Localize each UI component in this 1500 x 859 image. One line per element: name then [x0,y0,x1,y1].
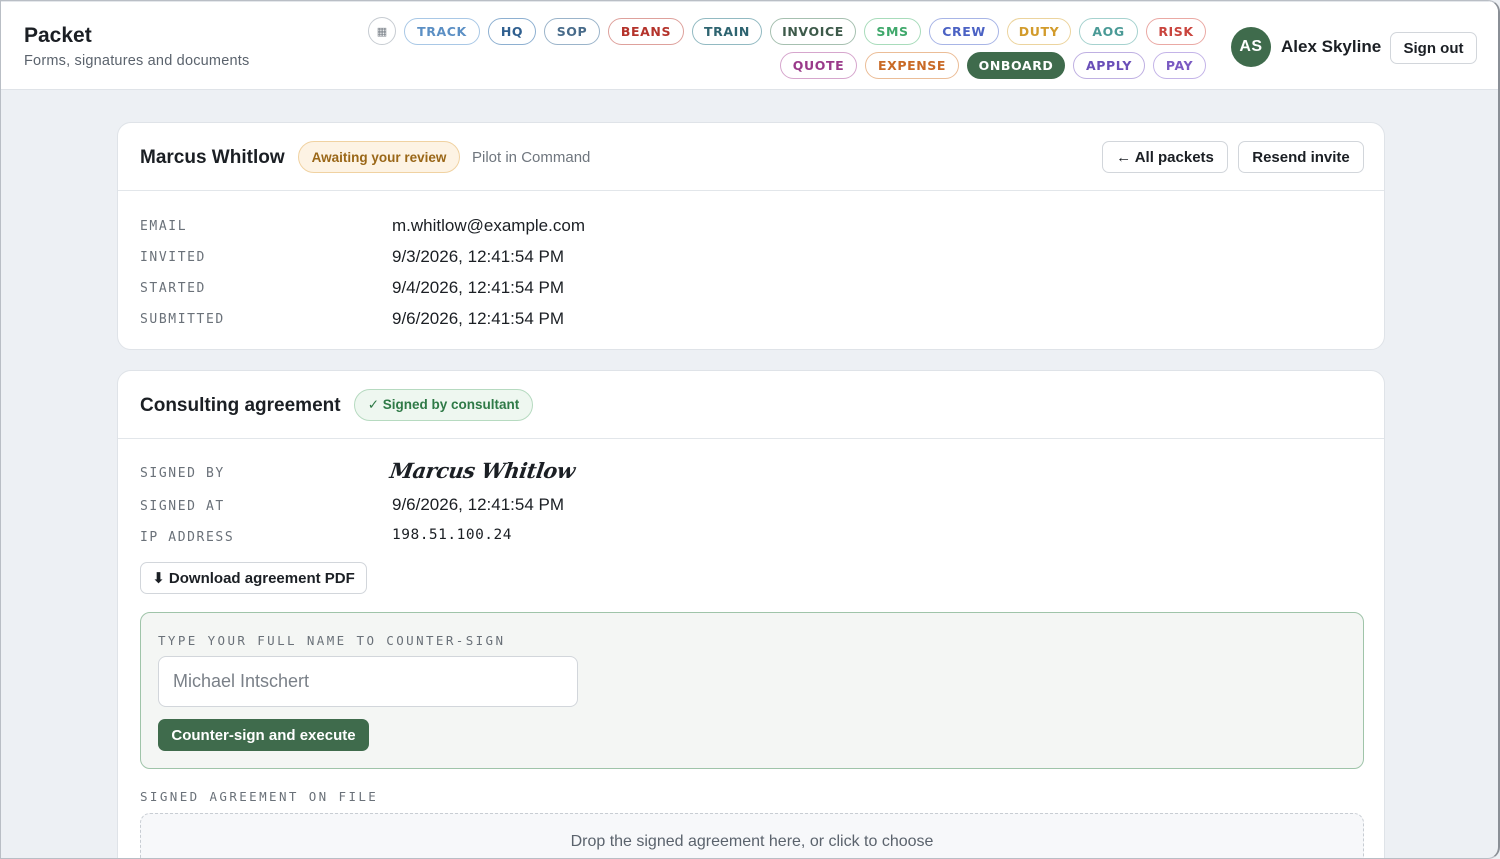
invited-value: 9/3/2026, 12:41:54 PM [392,247,565,266]
app-window: Packet Forms, signatures and documents ▦… [0,0,1500,859]
candidate-role: Pilot in Command [472,149,591,166]
candidate-name: Marcus Whitlow [140,147,285,168]
submitted-label: SUBMITTED [140,312,225,327]
page-title: Packet [24,24,92,47]
countersign-name-input[interactable] [158,656,578,707]
signed-by-label: SIGNED BY [140,466,225,481]
download-pdf-button[interactable]: ⬇ Download agreement PDF [140,562,367,594]
agreement-card-header: Consulting agreement ✓ Signed by consult… [118,371,1384,439]
countersign-panel: TYPE YOUR FULL NAME TO COUNTER-SIGN Coun… [140,612,1364,769]
file-on-record-label: SIGNED AGREEMENT ON FILE [140,789,379,804]
nav-pill-hq[interactable]: HQ [488,18,536,45]
nav-pill-quote[interactable]: QUOTE [780,52,857,79]
nav-pill-sop[interactable]: SOP [544,18,600,45]
signature: Marcus Whitlow [388,458,577,483]
submitted-value: 9/6/2026, 12:41:54 PM [392,309,565,328]
ip-address-label: IP ADDRESS [140,530,235,545]
nav-pill-beans[interactable]: BEANS [608,18,684,45]
email-label: EMAIL [140,219,188,234]
nav-pill-invoice[interactable]: INVOICE [770,18,856,45]
grid-icon[interactable]: ▦ [368,17,396,45]
agreement-title: Consulting agreement [140,395,341,416]
nav-pill-pay[interactable]: PAY [1153,52,1206,79]
upload-dropzone[interactable]: Drop the signed agreement here, or click… [140,813,1364,858]
nav-pill-duty[interactable]: DUTY [1007,18,1071,45]
sign-out-button[interactable]: Sign out [1390,32,1477,64]
nav-pill-train[interactable]: TRAIN [692,18,762,45]
user-name: Alex Skyline [1281,37,1382,56]
all-packets-button[interactable]: ← All packets [1102,141,1228,173]
avatar[interactable]: AS [1231,27,1271,67]
agreement-card: Consulting agreement ✓ Signed by consult… [117,370,1385,858]
nav-pill-sms[interactable]: SMS [864,18,921,45]
started-value: 9/4/2026, 12:41:54 PM [392,278,565,297]
nav-pill-expense[interactable]: EXPENSE [865,52,959,79]
signed-at-value: 9/6/2026, 12:41:54 PM [392,495,565,514]
signed-badge: ✓ Signed by consultant [354,389,533,421]
nav-pill-onboard[interactable]: ONBOARD [967,52,1065,79]
email-value: m.whitlow@example.com [392,216,585,235]
packet-card-header: Marcus Whitlow Awaiting your review Pilo… [118,123,1384,191]
nav-pill-risk[interactable]: RISK [1146,18,1206,45]
signed-at-label: SIGNED AT [140,499,225,514]
nav-pill-aog[interactable]: AOG [1079,18,1138,45]
nav-pill-crew[interactable]: CREW [929,18,999,45]
ip-address-value: 198.51.100.24 [392,527,512,543]
dropzone-text: Drop the signed agreement here, or click… [570,833,934,850]
status-badge: Awaiting your review [298,141,460,173]
started-label: STARTED [140,281,206,296]
nav-pill-track[interactable]: TRACK [404,18,480,45]
nav-pill-apply[interactable]: APPLY [1073,52,1145,79]
resend-invite-button[interactable]: Resend invite [1238,141,1364,173]
countersign-label: TYPE YOUR FULL NAME TO COUNTER-SIGN [158,633,506,648]
page-subtitle: Forms, signatures and documents [24,53,250,69]
packet-card: Marcus Whitlow Awaiting your review Pilo… [117,122,1385,350]
countersign-button[interactable]: Counter-sign and execute [158,719,369,751]
invited-label: INVITED [140,250,206,265]
top-header: Packet Forms, signatures and documents ▦… [1,1,1498,90]
